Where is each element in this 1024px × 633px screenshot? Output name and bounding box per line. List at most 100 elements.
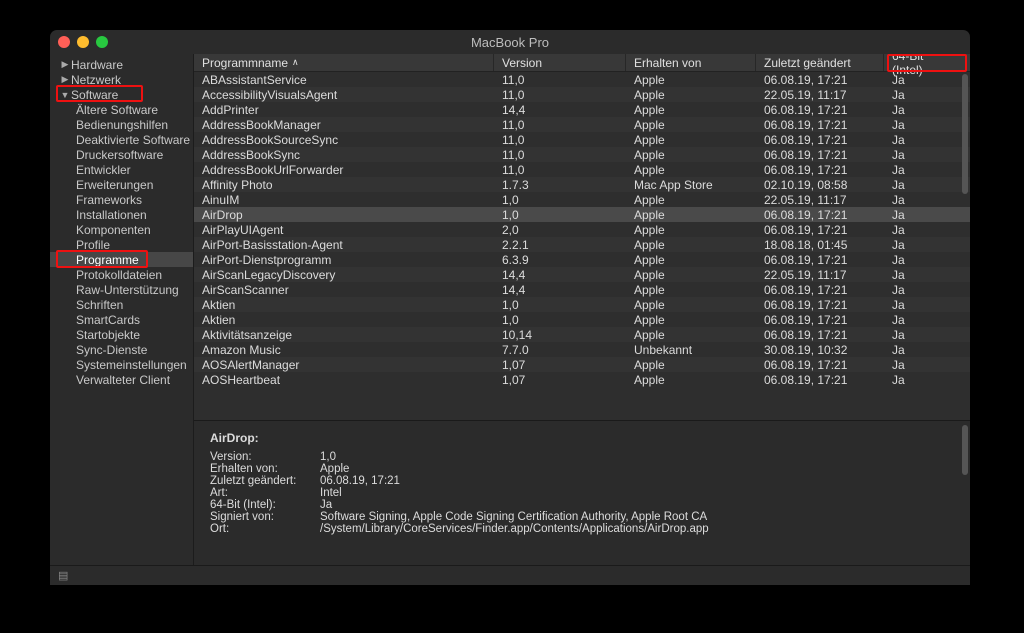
cell-obtained: Apple: [626, 133, 756, 147]
sidebar-item-komponenten[interactable]: Komponenten: [50, 222, 193, 237]
table-row[interactable]: Amazon Music7.7.0Unbekannt30.08.19, 10:3…: [194, 342, 970, 357]
cell-obtained: Apple: [626, 253, 756, 267]
cell-bits: Ja: [884, 208, 966, 222]
sidebar-item-label: Installationen: [76, 208, 147, 222]
cell-obtained: Unbekannt: [626, 343, 756, 357]
table-row[interactable]: AirScanLegacyDiscovery14,4Apple22.05.19,…: [194, 267, 970, 282]
sidebar-item-systemeinstellungen[interactable]: Systemeinstellungen: [50, 357, 193, 372]
sidebar-item-installationen[interactable]: Installationen: [50, 207, 193, 222]
table-row[interactable]: Affinity Photo1.7.3Mac App Store02.10.19…: [194, 177, 970, 192]
cell-modified: 02.10.19, 08:58: [756, 178, 884, 192]
table-row[interactable]: AOSHeartbeat1,07Apple06.08.19, 17:21Ja: [194, 372, 970, 387]
cell-version: 2,0: [494, 223, 626, 237]
cell-bits: Ja: [884, 373, 966, 387]
disclosure-right-icon[interactable]: ▶: [60, 74, 70, 85]
sidebar-item-bedienungshilfen[interactable]: Bedienungshilfen: [50, 117, 193, 132]
cell-version: 14,4: [494, 103, 626, 117]
table-row[interactable]: AddressBookUrlForwarder11,0Apple06.08.19…: [194, 162, 970, 177]
cell-obtained: Apple: [626, 373, 756, 387]
table-row[interactable]: AOSAlertManager1,07Apple06.08.19, 17:21J…: [194, 357, 970, 372]
sidebar-item-startobjekte[interactable]: Startobjekte: [50, 327, 193, 342]
table-rows: ABAssistantService11,0Apple06.08.19, 17:…: [194, 72, 970, 387]
cell-modified: 18.08.18, 01:45: [756, 238, 884, 252]
cell-name: Aktien: [194, 313, 494, 327]
table-row[interactable]: Aktien1,0Apple06.08.19, 17:21Ja: [194, 312, 970, 327]
table-row[interactable]: AirDrop1,0Apple06.08.19, 17:21Ja: [194, 207, 970, 222]
sidebar-item-smartcards[interactable]: SmartCards: [50, 312, 193, 327]
cell-modified: 06.08.19, 17:21: [756, 358, 884, 372]
cell-name: Aktien: [194, 298, 494, 312]
table-row[interactable]: ABAssistantService11,0Apple06.08.19, 17:…: [194, 72, 970, 87]
disclosure-down-icon[interactable]: ▼: [60, 90, 70, 100]
cell-bits: Ja: [884, 163, 966, 177]
cell-obtained: Apple: [626, 283, 756, 297]
sidebar-item-entwickler[interactable]: Entwickler: [50, 162, 193, 177]
sidebar-item-frameworks[interactable]: Frameworks: [50, 192, 193, 207]
table-row[interactable]: AirPlayUIAgent2,0Apple06.08.19, 17:21Ja: [194, 222, 970, 237]
col-64bit[interactable]: 64-Bit (Intel): [884, 54, 966, 71]
sidebar-item-schriften[interactable]: Schriften: [50, 297, 193, 312]
cell-obtained: Apple: [626, 313, 756, 327]
sidebar-item--ltere-software[interactable]: Ältere Software: [50, 102, 193, 117]
sidebar-item-raw-unterst-tzung[interactable]: Raw-Unterstützung: [50, 282, 193, 297]
table-row[interactable]: AinuIM1,0Apple22.05.19, 11:17Ja: [194, 192, 970, 207]
cell-version: 6.3.9: [494, 253, 626, 267]
cell-name: AddressBookSourceSync: [194, 133, 494, 147]
table-row[interactable]: AirScanScanner14,4Apple06.08.19, 17:21Ja: [194, 282, 970, 297]
table-row[interactable]: AddressBookSync11,0Apple06.08.19, 17:21J…: [194, 147, 970, 162]
table-row[interactable]: AddressBookSourceSync11,0Apple06.08.19, …: [194, 132, 970, 147]
sidebar-item-label: Deaktivierte Software: [76, 133, 190, 147]
cell-name: AddressBookSync: [194, 148, 494, 162]
cell-bits: Ja: [884, 223, 966, 237]
table-row[interactable]: AirPort-Dienstprogramm6.3.9Apple06.08.19…: [194, 252, 970, 267]
sidebar-item-profile[interactable]: Profile: [50, 237, 193, 252]
cell-bits: Ja: [884, 358, 966, 372]
table-row[interactable]: AddPrinter14,4Apple06.08.19, 17:21Ja: [194, 102, 970, 117]
sidebar-item-label: Systemeinstellungen: [76, 358, 187, 372]
sidebar-item-sync-dienste[interactable]: Sync-Dienste: [50, 342, 193, 357]
cell-name: AirScanLegacyDiscovery: [194, 268, 494, 282]
col-programmname[interactable]: Programmname: [194, 54, 494, 71]
sidebar-item-verwalteter-client[interactable]: Verwalteter Client: [50, 372, 193, 387]
col-zuletzt-geaendert[interactable]: Zuletzt geändert: [756, 54, 884, 71]
detail-key: Zuletzt geändert:: [210, 475, 320, 487]
cell-obtained: Apple: [626, 208, 756, 222]
cell-name: Affinity Photo: [194, 178, 494, 192]
sidebar-item-programme[interactable]: Programme: [50, 252, 193, 267]
sidebar-item-deaktivierte-software[interactable]: Deaktivierte Software: [50, 132, 193, 147]
cell-name: AccessibilityVisualsAgent: [194, 88, 494, 102]
titlebar[interactable]: MacBook Pro: [50, 30, 970, 54]
sidebar-item-software[interactable]: ▼Software: [50, 87, 193, 102]
table-row[interactable]: AddressBookManager11,0Apple06.08.19, 17:…: [194, 117, 970, 132]
detail-key: 64-Bit (Intel):: [210, 499, 320, 511]
sidebar-item-protokolldateien[interactable]: Protokolldateien: [50, 267, 193, 282]
detail-scrollbar[interactable]: [962, 425, 968, 475]
sidebar-item-label: Hardware: [71, 58, 123, 72]
table-row[interactable]: Aktivitätsanzeige10,14Apple06.08.19, 17:…: [194, 327, 970, 342]
sidebar-item-druckersoftware[interactable]: Druckersoftware: [50, 147, 193, 162]
col-version[interactable]: Version: [494, 54, 626, 71]
cell-name: AirDrop: [194, 208, 494, 222]
sidebar-item-netzwerk[interactable]: ▶Netzwerk: [50, 72, 193, 87]
cell-modified: 06.08.19, 17:21: [756, 298, 884, 312]
sidebar-item-erweiterungen[interactable]: Erweiterungen: [50, 177, 193, 192]
table-row[interactable]: AccessibilityVisualsAgent11,0Apple22.05.…: [194, 87, 970, 102]
cell-name: ABAssistantService: [194, 73, 494, 87]
cell-version: 10,14: [494, 328, 626, 342]
cell-version: 2.2.1: [494, 238, 626, 252]
detail-title: AirDrop:: [210, 431, 954, 445]
sidebar-item-label: Sync-Dienste: [76, 343, 147, 357]
table-row[interactable]: AirPort-Basisstation-Agent2.2.1Apple18.0…: [194, 237, 970, 252]
disclosure-right-icon[interactable]: ▶: [60, 59, 70, 70]
cell-modified: 06.08.19, 17:21: [756, 133, 884, 147]
detail-value: Ja: [320, 499, 954, 511]
cell-version: 11,0: [494, 73, 626, 87]
cell-version: 7.7.0: [494, 343, 626, 357]
table-scrollbar[interactable]: [962, 74, 968, 194]
cell-obtained: Apple: [626, 103, 756, 117]
sidebar-item-hardware[interactable]: ▶Hardware: [50, 57, 193, 72]
cell-version: 1,07: [494, 358, 626, 372]
cell-name: AirPort-Basisstation-Agent: [194, 238, 494, 252]
table-row[interactable]: Aktien1,0Apple06.08.19, 17:21Ja: [194, 297, 970, 312]
col-erhalten-von[interactable]: Erhalten von: [626, 54, 756, 71]
